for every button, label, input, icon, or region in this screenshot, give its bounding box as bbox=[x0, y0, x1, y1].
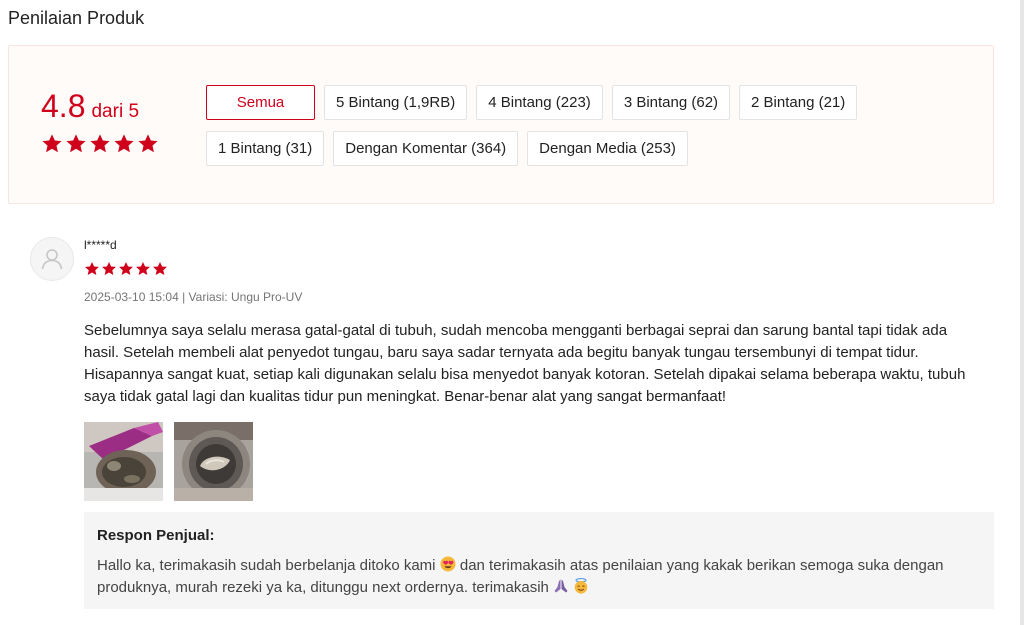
review-photo-1[interactable] bbox=[84, 422, 163, 501]
star-icon bbox=[84, 261, 100, 282]
rating-suffix: dari 5 bbox=[91, 101, 140, 122]
rating-value-line: 4.8 dari 5 bbox=[41, 88, 161, 125]
review-stars bbox=[84, 261, 994, 282]
rating-filters: Semua 5 Bintang (1,9RB) 4 Bintang (223) 3 B… bbox=[206, 85, 906, 166]
user-avatar-icon[interactable] bbox=[30, 237, 74, 281]
star-icon bbox=[89, 133, 111, 155]
rating-summary: 4.8 dari 5 Semua 5 Bintang (1,9RB) 4 Bintan… bbox=[8, 45, 994, 204]
filter-2-bintang-button[interactable]: 2 Bintang (21) bbox=[739, 85, 858, 120]
product-ratings-page: Penilaian Produk 4.8 dari 5 Semua 5 Bintan… bbox=[0, 0, 1024, 625]
review-meta: 2025-03-10 15:04 | Variasi: Ungu Pro-UV bbox=[84, 290, 303, 304]
star-icon bbox=[65, 133, 87, 155]
filter-3-bintang-button[interactable]: 3 Bintang (62) bbox=[611, 85, 731, 120]
star-icon bbox=[135, 261, 151, 282]
review-media bbox=[84, 422, 994, 501]
scrollbar[interactable] bbox=[1020, 0, 1024, 625]
review-comment: Sebelumnya saya selalu merasa gatal-gata… bbox=[84, 322, 966, 405]
heart-eyes-emoji-icon bbox=[440, 556, 456, 578]
rating-stars bbox=[41, 133, 161, 155]
star-icon bbox=[137, 133, 159, 155]
smiling-angel-emoji-icon bbox=[573, 578, 589, 600]
filter-1-bintang-button[interactable]: 1 Bintang (31) bbox=[206, 131, 325, 166]
filter-dengan-komentar-button[interactable]: Dengan Komentar (364) bbox=[333, 131, 519, 166]
section-title: Penilaian Produk bbox=[8, 8, 145, 28]
star-icon bbox=[41, 133, 63, 155]
seller-response: Respon Penjual: Hallo ka, terimakasih su… bbox=[84, 512, 994, 609]
review-photo-2[interactable] bbox=[174, 422, 253, 501]
praying-hands-emoji-icon bbox=[553, 578, 569, 600]
seller-response-title: Respon Penjual: bbox=[97, 527, 215, 544]
rating-value: 4.8 bbox=[41, 88, 86, 124]
seller-text-part-1: Hallo ka, terimakasih sudah berbelanja d… bbox=[97, 557, 436, 574]
filter-4-bintang-button[interactable]: 4 Bintang (223) bbox=[476, 85, 603, 120]
filter-dengan-media-button[interactable]: Dengan Media (253) bbox=[527, 131, 688, 166]
star-icon bbox=[118, 261, 134, 282]
review-body: l*****d 2025-03-10 15:04 | Variasi: Ungu… bbox=[84, 237, 994, 609]
star-icon bbox=[152, 261, 168, 282]
filter-5-bintang-button[interactable]: 5 Bintang (1,9RB) bbox=[324, 85, 468, 120]
seller-response-text: Hallo ka, terimakasih sudah berbelanja d… bbox=[97, 556, 981, 600]
rating-score: 4.8 dari 5 bbox=[41, 88, 161, 155]
star-icon bbox=[113, 133, 135, 155]
filter-semua-button[interactable]: Semua bbox=[206, 85, 315, 120]
review-username: l*****d bbox=[84, 238, 117, 252]
star-icon bbox=[101, 261, 117, 282]
